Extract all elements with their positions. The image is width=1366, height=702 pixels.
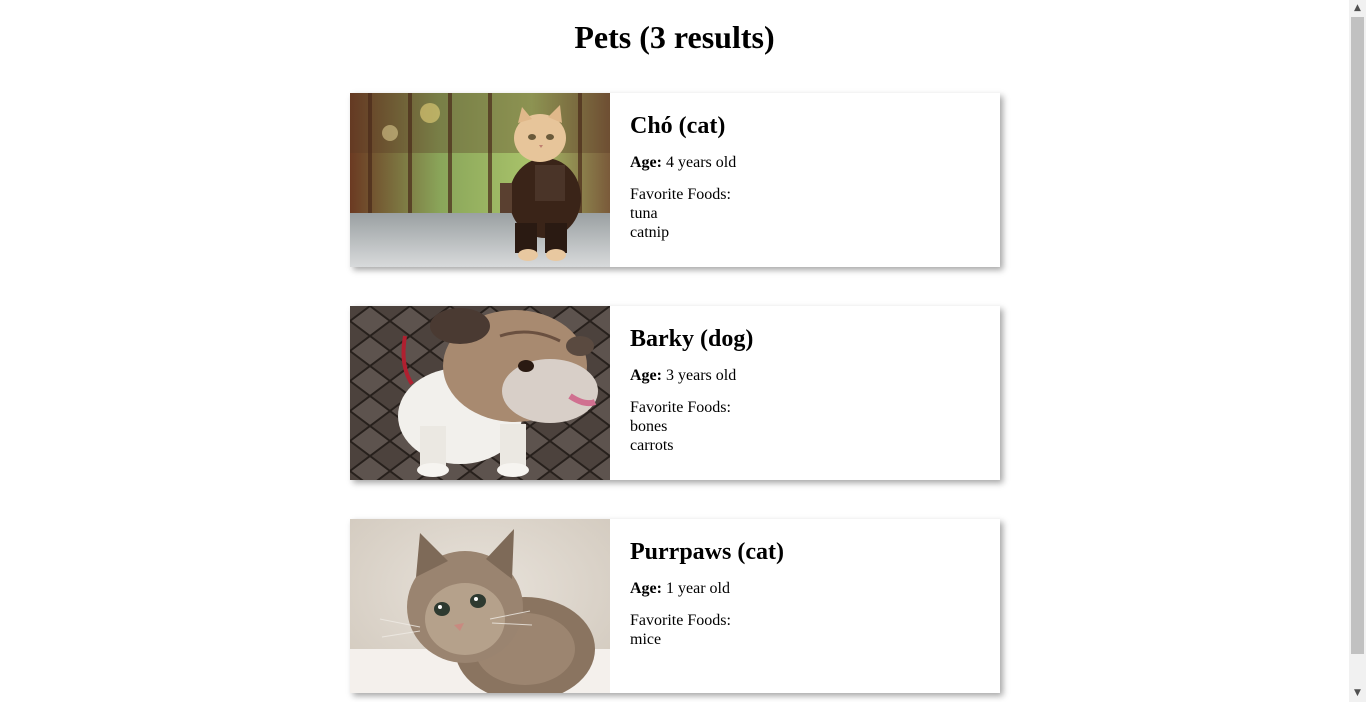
pet-photo <box>350 93 610 267</box>
pet-name: Barky (dog) <box>630 326 754 352</box>
age-label: Age: <box>630 580 662 597</box>
pet-name: Purrpaws (cat) <box>630 539 784 565</box>
foods-label: Favorite Foods: <box>630 399 731 416</box>
pet-age: Age: 4 years old <box>630 153 980 173</box>
age-label: Age: <box>630 367 662 384</box>
scroll-thumb[interactable] <box>1351 17 1364 654</box>
favorite-foods: Favorite Foods: tuna catnip <box>630 185 980 242</box>
pet-info: Purrpaws (cat) Age: 1 year old Favorite … <box>610 519 1000 693</box>
food-item: bones <box>630 418 668 435</box>
food-item: carrots <box>630 437 674 454</box>
page: Pets (3 results) Chó (cat) Age: 4 years … <box>0 0 1349 702</box>
age-label: Age: <box>630 154 662 171</box>
pet-age: Age: 3 years old <box>630 366 980 386</box>
food-item: catnip <box>630 224 670 241</box>
pet-info: Barky (dog) Age: 3 years old Favorite Fo… <box>610 306 1000 480</box>
foods-label: Favorite Foods: <box>630 186 731 203</box>
cat-in-costume-photo <box>350 93 610 267</box>
chevron-down-icon[interactable]: ▼ <box>1349 685 1366 702</box>
pet-age: Age: 1 year old <box>630 579 980 599</box>
pet-info: Chó (cat) Age: 4 years old Favorite Food… <box>610 93 1000 267</box>
age-value: 4 years old <box>661 154 737 171</box>
favorite-foods: Favorite Foods: mice <box>630 611 980 649</box>
pet-card: Purrpaws (cat) Age: 1 year old Favorite … <box>350 519 1000 693</box>
pet-card: Chó (cat) Age: 4 years old Favorite Food… <box>350 93 1000 267</box>
pet-name: Chó (cat) <box>630 113 726 139</box>
favorite-foods: Favorite Foods: bones carrots <box>630 398 980 455</box>
vertical-scrollbar[interactable]: ▲ ▼ <box>1349 0 1366 702</box>
pet-card: Barky (dog) Age: 3 years old Favorite Fo… <box>350 306 1000 480</box>
food-item: mice <box>630 631 662 648</box>
pet-photo <box>350 306 610 480</box>
bulldog-photo <box>350 306 610 480</box>
food-item: tuna <box>630 205 658 222</box>
page-title: Pets (3 results) <box>574 19 775 55</box>
age-value: 3 years old <box>661 367 737 384</box>
age-value: 1 year old <box>661 580 730 597</box>
pet-photo <box>350 519 610 693</box>
chevron-up-icon[interactable]: ▲ <box>1349 0 1366 17</box>
foods-label: Favorite Foods: <box>630 612 731 629</box>
kitten-photo <box>350 519 610 693</box>
